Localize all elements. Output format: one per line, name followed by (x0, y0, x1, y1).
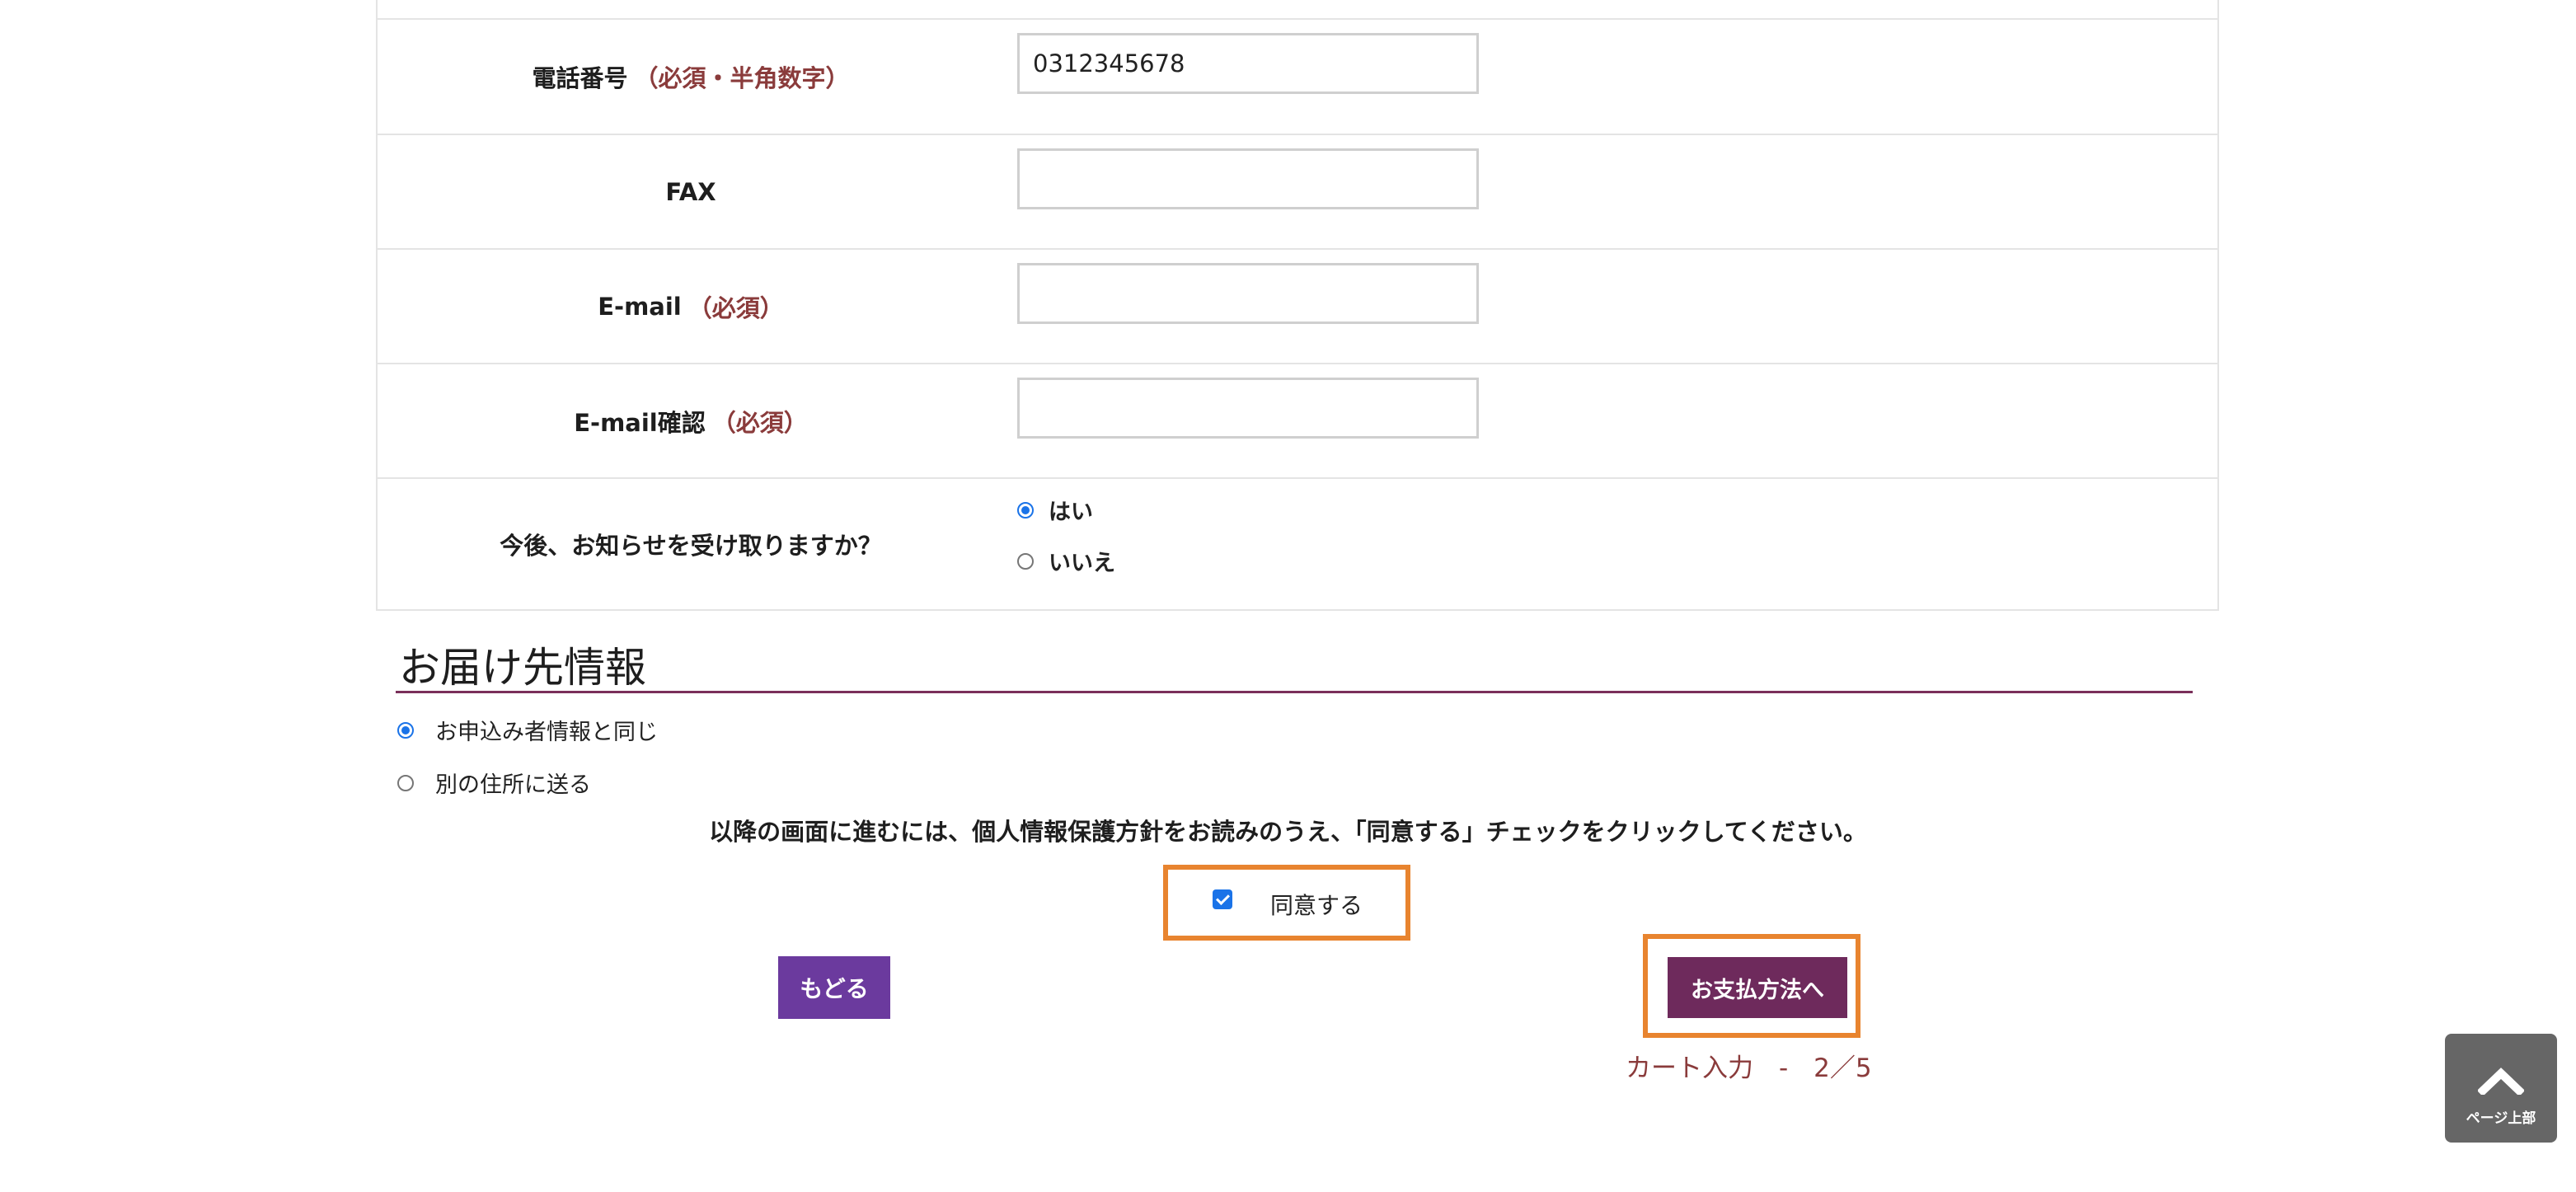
newsletter-option-yes[interactable]: はい (1017, 494, 1093, 526)
email-confirm-field-cell (1017, 364, 2217, 477)
chevron-up-icon (2478, 1068, 2524, 1095)
delivery-option-other[interactable]: 別の住所に送る (397, 767, 591, 799)
email-label: E-mail （必須） (378, 250, 1004, 363)
form-row-email-confirm: E-mail確認 （必須） (378, 363, 2217, 477)
form-row-phone: 電話番号 （必須・半角数字） (378, 18, 2217, 134)
radio-delivery-same[interactable] (397, 721, 414, 739)
email-confirm-label-text: E-mail確認 (574, 408, 706, 437)
phone-label: 電話番号 （必須・半角数字） (378, 20, 1004, 134)
fax-label-text: FAX (665, 177, 716, 206)
delivery-option-same-label: お申込み者情報と同じ (435, 720, 658, 745)
agree-checkbox[interactable] (1213, 889, 1232, 909)
form-row-newsletter: 今後、お知らせを受け取りますか？ はい いいえ (378, 477, 2217, 609)
form-row-fax: FAX (378, 134, 2217, 248)
step-indicator: カート入力 - 2／5 (1626, 1054, 1872, 1083)
email-field-cell (1017, 250, 2217, 363)
agree-label[interactable]: 同意する (1270, 888, 1363, 921)
page-top-label: ページ上部 (2466, 1110, 2536, 1127)
payment-method-button[interactable]: お支払方法へ (1668, 957, 1847, 1018)
fax-label: FAX (378, 135, 1004, 248)
newsletter-label: 今後、お知らせを受け取りますか？ (378, 479, 1004, 609)
email-confirm-input[interactable] (1017, 378, 1479, 439)
email-input[interactable] (1017, 263, 1479, 324)
customer-info-table: 電話番号 （必須・半角数字） FAX E-mail （必須） (376, 0, 2219, 611)
radio-yes[interactable] (1017, 501, 1034, 519)
email-confirm-required-note: （必須） (711, 408, 808, 437)
radio-no[interactable] (1017, 552, 1034, 570)
newsletter-label-text: 今後、お知らせを受け取りますか？ (500, 532, 882, 560)
order-form-page: 電話番号 （必須・半角数字） FAX E-mail （必須） (0, 0, 2576, 1192)
newsletter-option-no[interactable]: いいえ (1017, 545, 1115, 577)
email-required-note: （必須） (687, 293, 784, 322)
fax-input[interactable] (1017, 148, 1479, 209)
form-row-email: E-mail （必須） (378, 248, 2217, 363)
newsletter-field-cell: はい いいえ (1017, 479, 2217, 609)
section-divider (396, 691, 2193, 693)
fax-field-cell (1017, 135, 2217, 248)
privacy-notice: 以降の画面に進むには、個人情報保護方針をお読みのうえ、「同意する」チェックをクリ… (709, 818, 1867, 846)
page-top-button[interactable]: ページ上部 (2445, 1034, 2557, 1143)
delivery-section-title: お届け先情報 (399, 644, 646, 692)
delivery-option-same[interactable]: お申込み者情報と同じ (397, 714, 658, 746)
newsletter-option-yes-label: はい (1049, 500, 1093, 525)
phone-required-note: （必須・半角数字） (634, 64, 850, 92)
form-row-previous (378, 0, 2217, 18)
email-confirm-label: E-mail確認 （必須） (378, 364, 1004, 477)
back-button[interactable]: もどる (778, 956, 890, 1019)
newsletter-option-no-label: いいえ (1049, 551, 1115, 576)
next-button-highlight: お支払方法へ (1643, 934, 1860, 1038)
agree-highlight: 同意する (1163, 865, 1410, 941)
phone-label-text: 電話番号 (532, 64, 628, 92)
phone-input[interactable] (1017, 33, 1479, 94)
email-label-text: E-mail (598, 292, 682, 321)
phone-field-cell (1017, 20, 2217, 134)
radio-delivery-other[interactable] (397, 774, 414, 791)
delivery-option-other-label: 別の住所に送る (435, 772, 591, 798)
